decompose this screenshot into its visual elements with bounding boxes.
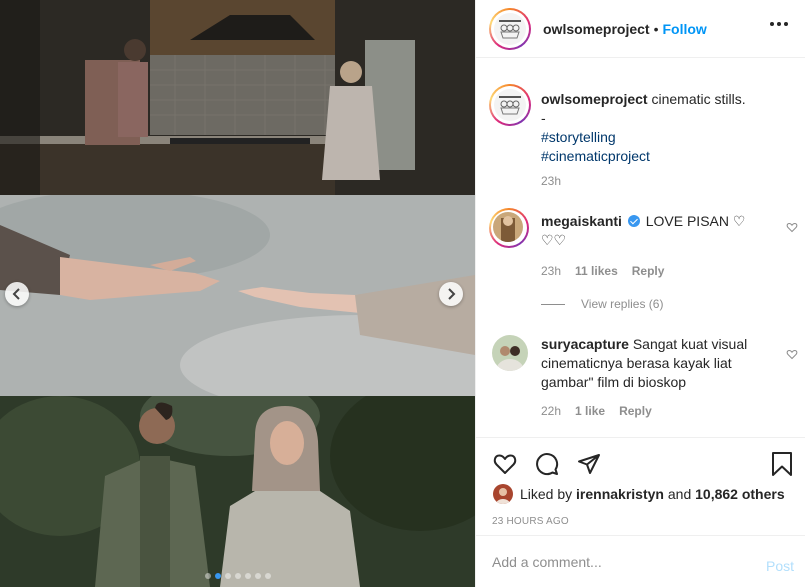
caption-avatar-ring[interactable]	[489, 84, 531, 126]
comment-body: suryacapture Sangat kuat visual cinemati…	[541, 335, 766, 392]
view-replies-button[interactable]: View replies (6)	[541, 297, 663, 311]
comment-username[interactable]: megaiskanti	[541, 213, 622, 229]
caption-text: owlsomeproject cinematic stills. - #stor…	[541, 90, 791, 166]
like-button[interactable]	[492, 451, 518, 477]
view-replies-label: View replies (6)	[581, 297, 664, 311]
hashtag-link[interactable]: #cinematicproject	[541, 147, 791, 166]
action-bar	[492, 451, 602, 477]
carousel-dot	[204, 573, 211, 579]
next-slide-button[interactable]	[439, 282, 463, 306]
liked-by-row: Liked by irennakristyn and 10,862 others	[493, 484, 785, 504]
still-hands	[0, 195, 475, 396]
avatar[interactable]	[493, 484, 513, 504]
still-kitchen	[0, 0, 475, 195]
more-icon	[770, 22, 774, 26]
comment-likes[interactable]: 1 like	[575, 404, 605, 418]
carousel-dot	[244, 573, 251, 579]
bookmark-icon	[772, 452, 792, 476]
share-button[interactable]	[576, 451, 602, 477]
comment-icon	[536, 453, 559, 476]
avatar	[494, 12, 526, 45]
commenter-photo	[492, 335, 528, 371]
like-comment-heart-icon[interactable]	[786, 348, 798, 360]
comment-input[interactable]	[492, 553, 742, 570]
previous-slide-button[interactable]	[5, 282, 29, 306]
caption-body: cinematic stills.	[651, 91, 746, 107]
verified-icon	[627, 215, 640, 227]
liker-photo	[493, 484, 513, 504]
avatar	[494, 89, 526, 121]
header-separator: •	[653, 20, 659, 37]
share-icon	[578, 454, 600, 474]
profile-avatar-ring[interactable]	[489, 7, 531, 50]
likes-count[interactable]: 10,862 others	[695, 486, 785, 502]
comment-button[interactable]	[534, 451, 560, 477]
caption-time[interactable]: 23h	[541, 174, 561, 188]
post-actions-section: Liked by irennakristyn and 10,862 others…	[476, 437, 805, 535]
carousel-dot	[214, 573, 221, 579]
comment-username[interactable]: suryacapture	[541, 336, 629, 352]
like-comment-heart-icon[interactable]	[786, 221, 798, 233]
hashtag-link[interactable]: #storytelling	[541, 128, 791, 147]
owl-logo-icon	[499, 19, 521, 38]
comment-meta: 23h 11 likes Reply	[541, 264, 664, 278]
carousel-dot	[224, 573, 231, 579]
comment-body: megaiskanti LOVE PISAN ♡ ♡♡	[541, 212, 766, 250]
replies-divider	[541, 303, 565, 305]
comment-time[interactable]: 22h	[541, 404, 561, 418]
reply-button[interactable]: Reply	[619, 404, 652, 418]
liked-by-prefix: Liked by	[520, 486, 573, 502]
post-timestamp[interactable]: 23 HOURS AGO	[492, 516, 569, 527]
add-comment-form: Post	[476, 535, 805, 587]
owl-logo-icon	[499, 96, 521, 115]
post-details-panel: owlsomeproject • Follow owlsomeproject c…	[475, 0, 805, 587]
chevron-left-icon	[12, 288, 20, 300]
caption-username[interactable]: owlsomeproject	[541, 91, 648, 107]
heart-icon	[493, 454, 517, 474]
commenter-avatar-ring[interactable]	[489, 208, 529, 248]
liked-by-user[interactable]: irennakristyn	[576, 486, 664, 502]
reply-button[interactable]: Reply	[632, 264, 665, 278]
liked-by-and: and	[667, 486, 692, 502]
avatar	[493, 212, 523, 242]
post-media-carousel[interactable]	[0, 0, 475, 587]
comment-likes[interactable]: 11 likes	[575, 264, 618, 278]
save-button[interactable]	[770, 451, 796, 477]
caption-dash: -	[541, 110, 546, 126]
carousel-dot	[234, 573, 241, 579]
comment-meta: 22h 1 like Reply	[541, 404, 652, 418]
header-username[interactable]: owlsomeproject	[543, 21, 650, 37]
carousel-indicator	[0, 573, 475, 579]
follow-button[interactable]: Follow	[663, 21, 707, 37]
still-couple	[0, 396, 475, 587]
carousel-dot	[264, 573, 271, 579]
carousel-dot	[254, 573, 261, 579]
comment-time[interactable]: 23h	[541, 264, 561, 278]
post-comment-button[interactable]: Post	[766, 558, 794, 574]
more-options-button[interactable]	[770, 22, 788, 26]
chevron-right-icon	[448, 288, 456, 300]
avatar[interactable]	[492, 335, 528, 371]
post-header: owlsomeproject • Follow	[476, 0, 805, 58]
